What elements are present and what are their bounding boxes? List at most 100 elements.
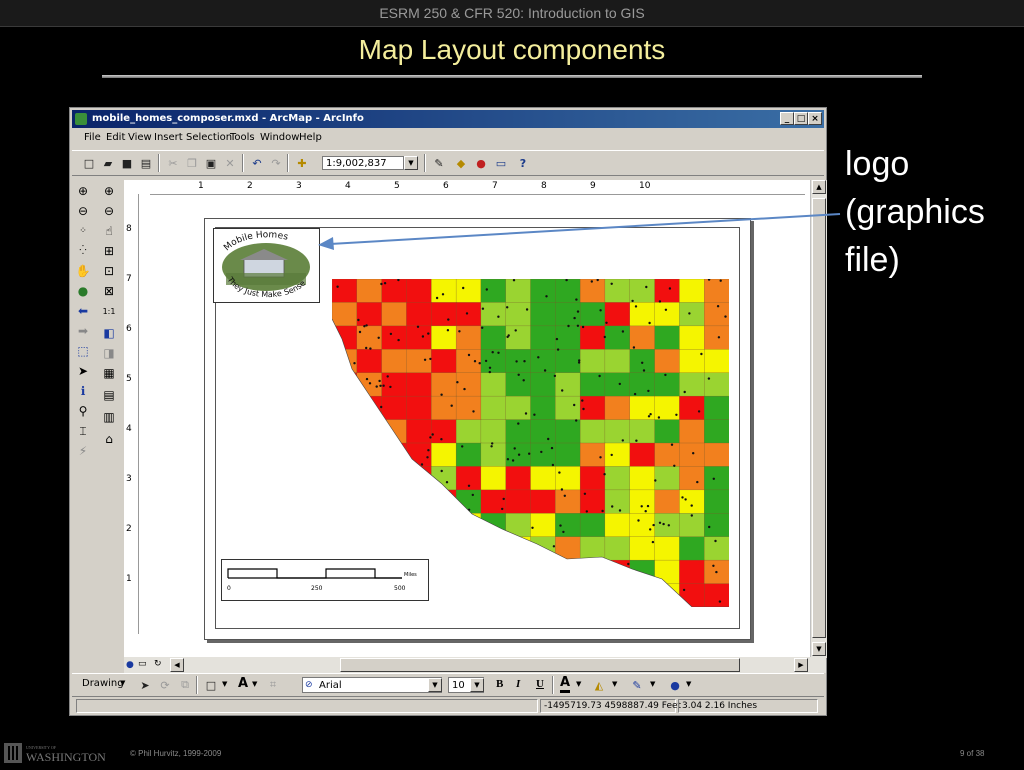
window-icon[interactable]: ▭ [492,154,510,172]
rotate-icon[interactable]: ⟳ [156,676,174,694]
line-color-icon[interactable]: ✎ [628,676,646,694]
hyperlink-icon[interactable]: ⚡ [74,442,92,460]
marker-color-icon[interactable]: ● [666,676,684,694]
zoom-100-icon[interactable]: ⊡ [100,262,118,280]
paste-icon[interactable]: ▣ [202,154,220,172]
fixed-zoom-in-layout-icon[interactable]: ⊠ [100,282,118,300]
scale-bar[interactable]: 0 250 500 Miles [221,559,429,601]
scale-dropdown-arrow[interactable]: ▼ [404,156,418,170]
measure-icon[interactable]: ⌶ [74,422,92,440]
menu-window[interactable]: Window [260,132,299,143]
fixed-zoom-out-icon[interactable]: ⁛ [74,242,92,260]
select-features-icon[interactable]: ⬚ [74,342,92,360]
layout-page[interactable]: Mobile Homes They Just Make Sense 0 250 … [204,218,751,640]
map-scale-input[interactable]: 1:9,002,837 [322,156,404,170]
font-name-dropdown-arrow[interactable]: ▼ [428,678,442,692]
bold-button[interactable]: B [496,678,503,690]
menu-edit[interactable]: Edit [106,132,125,143]
arccatalog-icon[interactable]: ◆ [452,154,470,172]
print-icon[interactable]: ▤ [137,154,155,172]
font-name-select[interactable]: Arial [302,677,442,693]
edit-vertices-icon[interactable]: ⌗ [264,676,282,694]
underline-button[interactable]: U [536,678,544,690]
find-icon[interactable]: ⚲ [74,402,92,420]
menu-view[interactable]: View [128,132,152,143]
zoom-whole-page-icon[interactable]: ⊞ [100,242,118,260]
rectangle-dropdown-arrow[interactable]: ▼ [222,680,227,688]
horizontal-scrollbar[interactable]: ● ▭ ↻ ◀ ▶ [124,657,826,673]
menu-insert[interactable]: Insert [154,132,183,143]
menu-tools[interactable]: Tools [230,132,255,143]
select-elements-icon[interactable]: ➤ [74,362,92,380]
fill-color-icon[interactable]: ◭ [590,676,608,694]
change-layout-icon[interactable]: ▥ [100,408,118,426]
county-polygon [530,302,556,327]
drawing-menu-arrow[interactable]: ▼ [120,679,125,687]
layout-zoom-out-icon[interactable]: ⊖ [100,202,118,220]
minimize-button[interactable]: _ [780,112,794,125]
layout-view-icon[interactable]: ▭ [138,659,147,669]
toggle-draft-icon[interactable]: ▦ [100,364,118,382]
text-dropdown-arrow[interactable]: ▼ [252,680,257,688]
arctoolbox-icon[interactable]: ● [472,154,490,172]
italic-button[interactable]: I [516,678,520,690]
horizontal-scroll-thumb[interactable] [340,658,740,672]
maximize-button[interactable]: □ [794,112,808,125]
scroll-down-arrow[interactable]: ▼ [812,642,826,656]
font-size-dropdown-arrow[interactable]: ▼ [470,678,484,692]
font-color-button[interactable]: A [560,676,571,693]
text-tool[interactable]: A [238,676,248,691]
whats-this-icon[interactable]: ? [514,154,532,172]
menu-selection[interactable]: Selection [186,132,232,143]
font-color-dropdown-arrow[interactable]: ▼ [576,680,581,688]
cut-icon[interactable]: ✂ [164,154,182,172]
zoom-in-icon[interactable]: ⊕ [74,182,92,200]
county-polygon [604,279,631,304]
editor-icon[interactable]: ✎ [430,154,448,172]
pan-icon[interactable]: ✋ [74,262,92,280]
fixed-zoom-in-icon[interactable]: ⁘ [74,222,92,240]
menu-file[interactable]: File [84,132,101,143]
location-dot [648,321,651,325]
data-driven-pages-icon[interactable]: ⌂ [100,430,118,448]
identify-icon[interactable]: ℹ [74,382,92,400]
county-polygon [579,419,606,444]
rectangle-tool-icon[interactable]: □ [202,676,220,694]
add-data-icon[interactable]: ✚ [293,154,311,172]
zoom-to-selected-icon[interactable]: ⧉ [176,676,194,694]
marker-color-dropdown-arrow[interactable]: ▼ [686,680,691,688]
scroll-up-arrow[interactable]: ▲ [812,180,826,194]
layout-zoom-in-icon[interactable]: ⊕ [100,182,118,200]
back-extent-icon[interactable]: ⬅ [74,302,92,320]
new-icon[interactable]: □ [80,154,98,172]
layout-zoom-percent-icon[interactable]: 1:1 [100,302,118,320]
line-color-dropdown-arrow[interactable]: ▼ [650,680,655,688]
save-icon[interactable]: ■ [118,154,136,172]
data-frame-map[interactable] [331,279,729,608]
window-titlebar[interactable]: mobile_homes_composer.mxd - ArcMap - Arc… [72,110,824,128]
fill-color-dropdown-arrow[interactable]: ▼ [612,680,617,688]
forward-extent-icon[interactable]: ➡ [74,322,92,340]
open-icon[interactable]: ▰ [99,154,117,172]
delete-icon[interactable]: ✕ [221,154,239,172]
refresh-view-icon[interactable]: ↻ [154,659,162,669]
close-button[interactable]: × [808,112,822,125]
full-extent-icon[interactable]: ● [74,282,92,300]
ruler-left-number: 2 [126,524,132,534]
select-elements-tool-icon[interactable]: ➤ [136,676,154,694]
layout-pan-icon[interactable]: ☝ [100,222,118,240]
scroll-left-arrow[interactable]: ◀ [170,658,184,672]
zoom-out-icon[interactable]: ⊖ [74,202,92,220]
focus-data-frame-icon[interactable]: ▤ [100,386,118,404]
data-view-icon[interactable]: ● [126,660,134,670]
scroll-right-arrow[interactable]: ▶ [794,658,808,672]
tools-toolbar: ⊕ ⊖ ⁘ ⁛ ✋ ● ⬅ ➡ ⬚ ➤ ℹ ⚲ ⌶ ⚡ [72,180,96,480]
layout-forward-icon[interactable]: ◨ [100,344,118,362]
vertical-scroll-thumb[interactable] [812,198,826,638]
copy-icon[interactable]: ❐ [183,154,201,172]
layout-back-icon[interactable]: ◧ [100,324,118,342]
undo-icon[interactable]: ↶ [248,154,266,172]
drawing-menu[interactable]: Drawing [82,678,124,689]
menu-help[interactable]: Help [299,132,322,143]
redo-icon[interactable]: ↷ [267,154,285,172]
